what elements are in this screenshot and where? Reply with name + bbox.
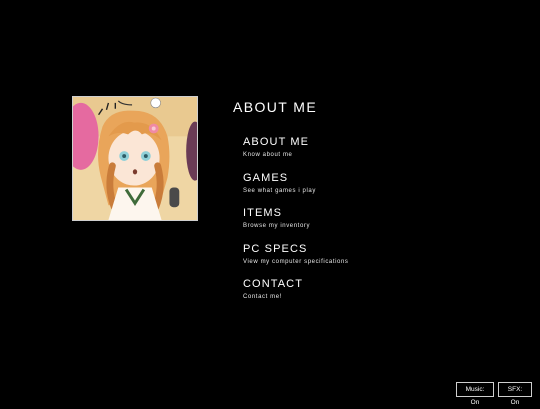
sfx-toggle-button[interactable]: SFX: On bbox=[498, 382, 532, 406]
menu-item-label: ABOUT ME bbox=[243, 136, 310, 148]
music-toggle-button[interactable]: Music: On bbox=[456, 382, 494, 406]
menu-item-description: Contact me! bbox=[243, 294, 282, 300]
menu-item-description: Browse my inventory bbox=[243, 223, 311, 229]
menu-item-games[interactable]: GAMES See what games i play bbox=[243, 172, 349, 208]
page-title: ABOUT ME bbox=[233, 99, 318, 115]
menu-item-about-me[interactable]: ABOUT ME Know about me bbox=[243, 136, 349, 172]
menu-item-description: See what games i play bbox=[243, 187, 316, 194]
menu-item-label: CONTACT bbox=[243, 278, 304, 290]
menu-item-label: PC SPECS bbox=[243, 242, 308, 255]
menu-item-label: GAMES bbox=[243, 171, 289, 184]
menu-item-description: View my computer specifications bbox=[243, 258, 349, 265]
main-menu: ABOUT ME Know about me GAMES See what ga… bbox=[243, 136, 349, 314]
menu-item-pc-specs[interactable]: PC SPECS View my computer specifications bbox=[243, 243, 349, 279]
anime-girl-avatar-image bbox=[73, 97, 197, 220]
avatar-image bbox=[72, 96, 198, 221]
menu-item-description: Know about me bbox=[243, 152, 293, 158]
menu-item-items[interactable]: ITEMS Browse my inventory bbox=[243, 207, 349, 243]
menu-item-contact[interactable]: CONTACT Contact me! bbox=[243, 278, 349, 314]
menu-item-label: ITEMS bbox=[243, 207, 283, 219]
